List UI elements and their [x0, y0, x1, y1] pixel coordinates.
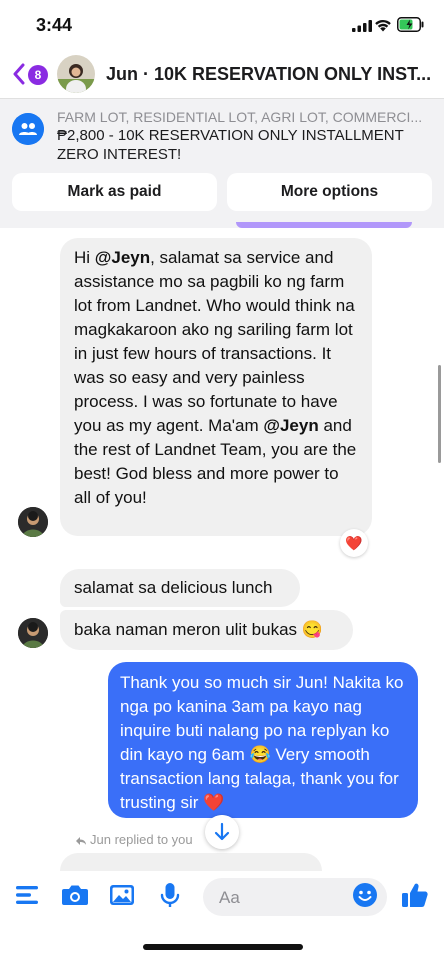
camera-icon[interactable] — [61, 883, 89, 907]
scrollbar[interactable] — [438, 365, 441, 463]
incoming-message[interactable]: Hi @Jeyn, salamat sa service and assista… — [60, 238, 372, 536]
listing-category: FARM LOT, RESIDENTIAL LOT, AGRI LOT, COM… — [57, 109, 423, 125]
message-composer: Aa — [0, 871, 444, 923]
incoming-message[interactable]: salamat sa delicious lunch — [60, 569, 300, 607]
marketplace-listing-banner: FARM LOT, RESIDENTIAL LOT, AGRI LOT, COM… — [0, 98, 444, 228]
sender-avatar[interactable] — [18, 618, 48, 648]
incoming-message[interactable]: baka naman meron ulit bukas 😋 — [60, 610, 353, 650]
mention-link[interactable]: @Jeyn — [263, 416, 318, 435]
heart-reaction[interactable]: ❤️ — [340, 529, 368, 557]
message-input-placeholder: Aa — [219, 888, 240, 907]
status-bar: 3:44 — [0, 0, 444, 50]
status-time: 3:44 — [36, 15, 73, 35]
message-text: , salamat sa service and assistance mo s… — [74, 248, 355, 435]
message-text: Hi — [74, 248, 95, 267]
listing-title[interactable]: ₱2,800 - 10K RESERVATION ONLY INSTALLMEN… — [57, 126, 432, 164]
menu-icon[interactable] — [16, 883, 38, 907]
mention-link[interactable]: @Jeyn — [95, 248, 150, 267]
back-chevron-icon[interactable] — [12, 63, 26, 85]
signal-icon — [352, 20, 372, 32]
group-icon — [12, 113, 44, 145]
wifi-icon — [375, 19, 391, 32]
emoji-icon[interactable] — [353, 883, 377, 907]
reply-indicator: Jun replied to you — [75, 832, 193, 847]
home-indicator — [143, 944, 303, 950]
previous-message-edge — [236, 222, 412, 228]
unread-count-badge[interactable]: 8 — [28, 65, 48, 85]
microphone-icon[interactable] — [160, 883, 180, 909]
image-icon[interactable] — [109, 883, 135, 907]
chat-header: 8 Jun · 10K RESERVATION ONLY INST... — [0, 50, 444, 98]
more-options-button[interactable]: More options — [227, 173, 432, 211]
reply-icon — [76, 836, 86, 845]
contact-avatar[interactable] — [57, 55, 95, 93]
battery-icon — [397, 17, 424, 32]
chat-title[interactable]: Jun · 10K RESERVATION ONLY INST... — [106, 64, 436, 85]
incoming-message-partial — [60, 853, 322, 871]
mark-as-paid-button[interactable]: Mark as paid — [12, 173, 217, 211]
outgoing-message[interactable]: Thank you so much sir Jun! Nakita ko nga… — [108, 662, 418, 818]
scroll-to-bottom-button[interactable] — [205, 815, 239, 849]
thumbs-up-icon[interactable] — [401, 881, 429, 909]
sender-avatar[interactable] — [18, 507, 48, 537]
reply-indicator-text: Jun replied to you — [90, 832, 193, 847]
